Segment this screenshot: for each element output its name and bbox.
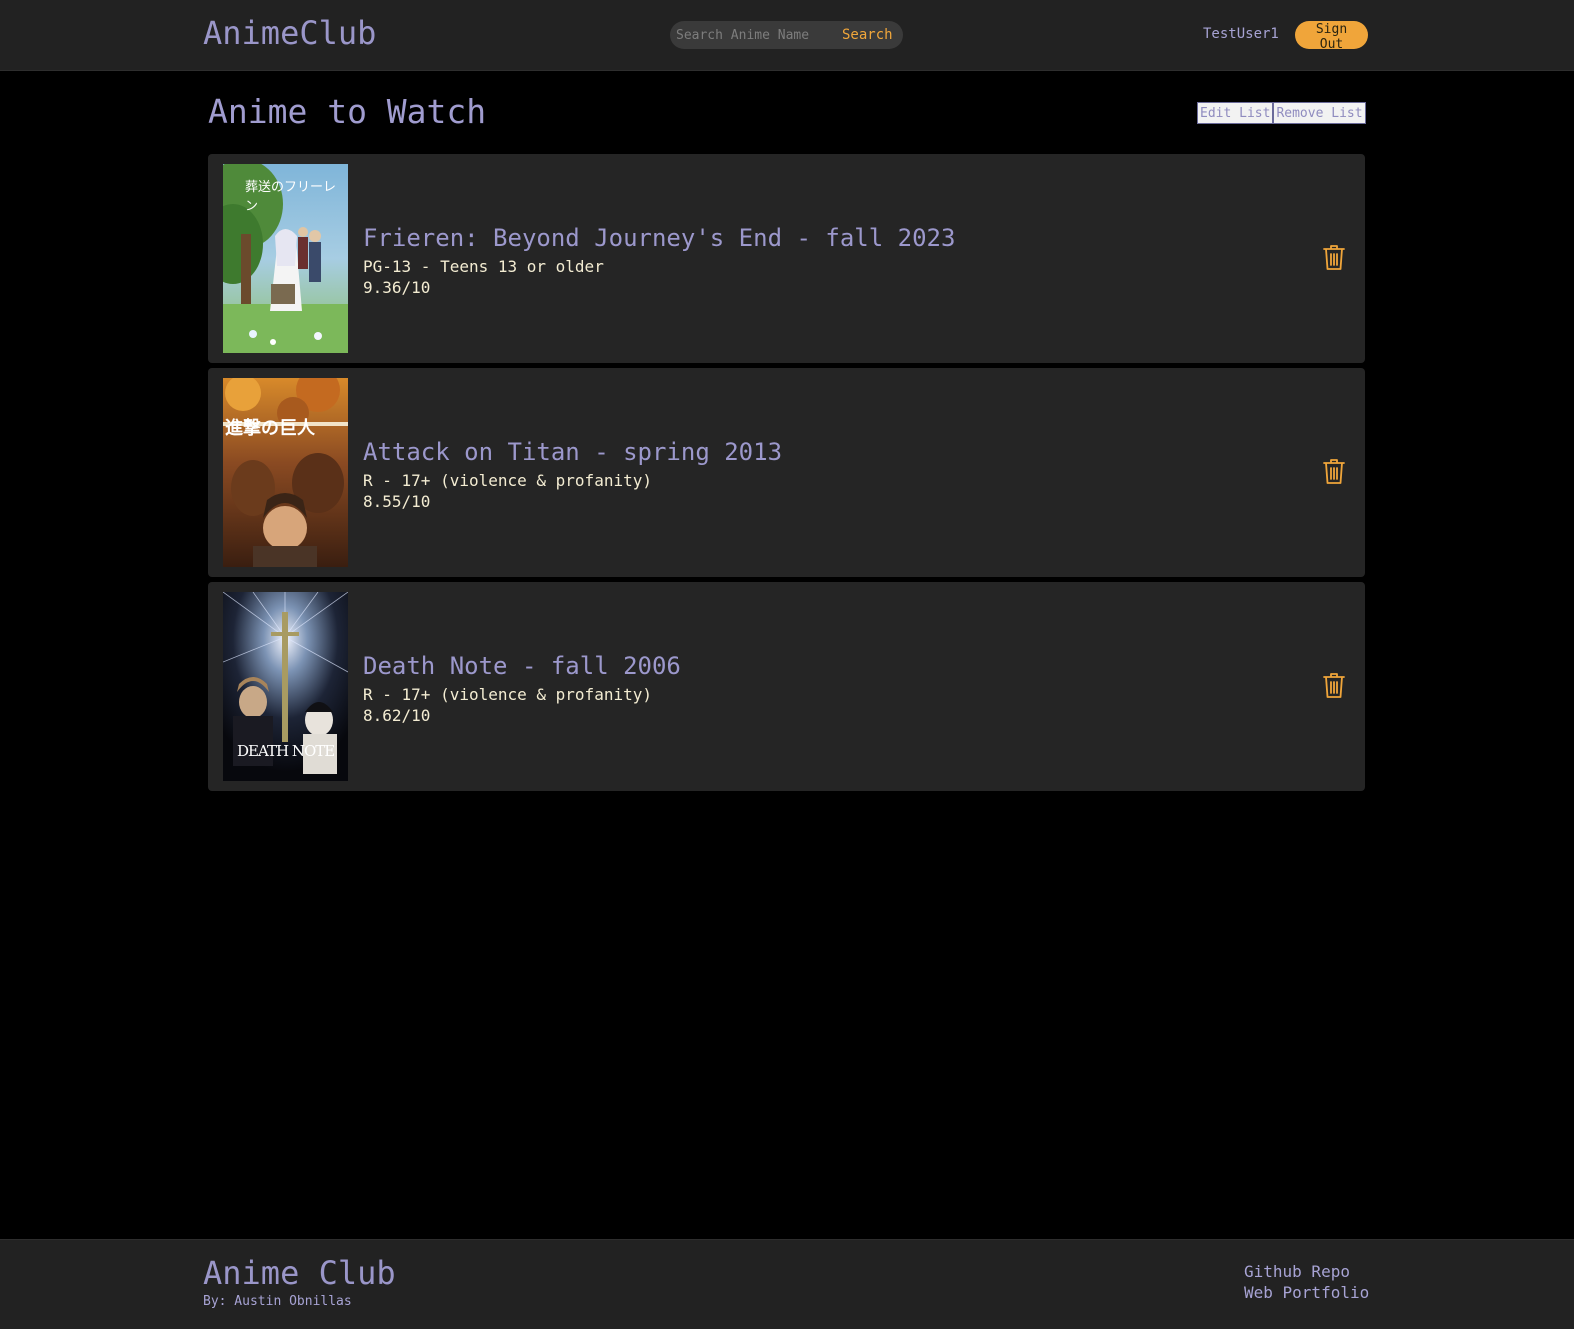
trash-icon[interactable] <box>1322 458 1346 486</box>
poster-caption: 葬送のフリーレン <box>245 180 337 214</box>
anime-card: 葬送のフリーレン Frieren: Beyond Journey's End -… <box>208 154 1365 363</box>
poster-image[interactable]: 葬送のフリーレン <box>223 164 348 353</box>
poster-caption: DEATH NOTE <box>237 742 335 760</box>
footer-byline: By: Austin Obnillas <box>203 1294 352 1309</box>
anime-score: 8.62/10 <box>363 706 431 725</box>
poster-attack-on-titan <box>223 378 348 567</box>
username-label[interactable]: TestUser1 <box>1203 26 1279 42</box>
trash-icon[interactable] <box>1322 244 1346 272</box>
top-nav-bar: AnimeClub Search TestUser1 Sign Out <box>0 0 1574 71</box>
page-title: Anime to Watch <box>208 92 487 131</box>
trash-icon[interactable] <box>1322 672 1346 700</box>
list-actions: Edit List Remove List <box>1197 102 1366 124</box>
anime-rating: R - 17+ (violence & profanity) <box>363 471 652 490</box>
anime-rating: PG-13 - Teens 13 or older <box>363 257 604 276</box>
anime-title[interactable]: Frieren: Beyond Journey's End - fall 202… <box>363 224 955 252</box>
footer: Anime Club By: Austin Obnillas Github Re… <box>0 1239 1574 1329</box>
remove-list-button[interactable]: Remove List <box>1273 102 1366 124</box>
brand-logo[interactable]: AnimeClub <box>203 14 376 52</box>
anime-score: 9.36/10 <box>363 278 431 297</box>
sign-out-button[interactable]: Sign Out <box>1295 21 1368 52</box>
search-input[interactable] <box>670 21 838 49</box>
anime-card: 進撃の巨人 Attack on Titan - spring 2013 R - … <box>208 368 1365 577</box>
poster-image[interactable]: DEATH NOTE <box>223 592 348 781</box>
footer-title: Anime Club <box>203 1254 396 1292</box>
anime-title[interactable]: Death Note - fall 2006 <box>363 652 681 680</box>
anime-score: 8.55/10 <box>363 492 431 511</box>
poster-caption: 進撃の巨人 <box>225 418 315 439</box>
web-portfolio-link[interactable]: Web Portfolio <box>1244 1283 1369 1302</box>
edit-list-button[interactable]: Edit List <box>1197 102 1274 124</box>
anime-card: DEATH NOTE Death Note - fall 2006 R - 17… <box>208 582 1365 791</box>
anime-rating: R - 17+ (violence & profanity) <box>363 685 652 704</box>
poster-image[interactable]: 進撃の巨人 <box>223 378 348 567</box>
anime-title[interactable]: Attack on Titan - spring 2013 <box>363 438 782 466</box>
github-repo-link[interactable]: Github Repo <box>1244 1262 1350 1281</box>
search-bar: Search <box>670 21 903 49</box>
search-button[interactable]: Search <box>838 27 893 43</box>
